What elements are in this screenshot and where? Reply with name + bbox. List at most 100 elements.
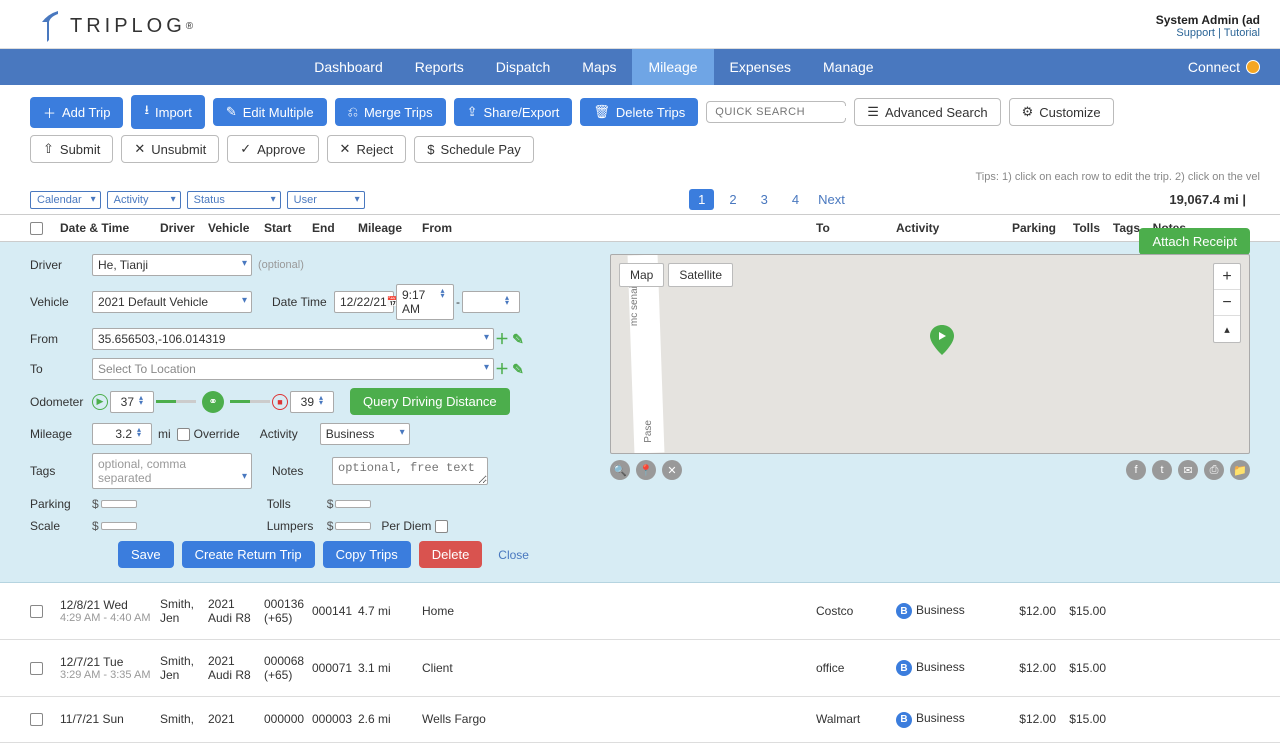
add-from-icon[interactable]: ＋ [494,331,510,347]
map-tab-satellite[interactable]: Satellite [668,263,733,287]
filter-status[interactable]: Status [187,191,281,209]
search-input[interactable] [715,106,857,118]
add-trip-button[interactable]: ＋Add Trip [30,97,123,128]
parking-input[interactable] [101,500,137,508]
merge-trips-button[interactable]: ⎌Merge Trips [335,98,446,126]
copy-trips-button[interactable]: Copy Trips [323,541,411,568]
tags-input[interactable]: optional, comma separated [92,453,252,489]
row-checkbox[interactable] [30,605,43,618]
twitter-icon[interactable]: t [1152,460,1172,480]
nav-maps[interactable]: Maps [566,49,632,85]
activity-select[interactable]: Business [320,423,410,445]
quick-search[interactable]: 🔍 [706,101,846,123]
nav-mileage[interactable]: Mileage [632,49,713,85]
delete-trips-button[interactable]: 🗑Delete Trips [580,98,698,126]
map-pin-tool-icon[interactable]: 📍 [636,460,656,480]
col-mileage[interactable]: Mileage [358,221,416,235]
logo-icon [40,8,62,44]
page-2[interactable]: 2 [720,189,745,210]
row-checkbox[interactable] [30,662,43,675]
time-start-input[interactable]: 9:17 AM [396,284,454,320]
compass-icon[interactable]: ▴ [1214,316,1240,342]
attach-receipt-button[interactable]: Attach Receipt [1139,228,1250,255]
col-to[interactable]: To [816,221,896,235]
odo-start-input[interactable]: 37 [110,391,154,413]
add-to-icon[interactable]: ＋ [494,361,510,377]
filter-calendar[interactable]: Calendar [30,191,101,209]
col-tags[interactable]: Tags [1100,221,1140,235]
col-tolls[interactable]: Tolls [1056,221,1100,235]
nav-manage[interactable]: Manage [807,49,890,85]
perdiem-checkbox[interactable] [435,520,448,533]
lumpers-input[interactable] [335,522,371,530]
map[interactable]: mc senaida Pase Map Satellite + − ▴ [610,254,1250,454]
print-icon[interactable]: ⎙ [1204,460,1224,480]
zoom-in-icon[interactable]: + [1214,264,1240,290]
col-driver[interactable]: Driver [160,221,208,235]
advanced-search-button[interactable]: ☰Advanced Search [854,98,1000,126]
row-checkbox[interactable] [30,713,43,726]
tutorial-link[interactable]: Tutorial [1224,27,1260,39]
trip-row[interactable]: 12/8/21 Wed4:29 AM - 4:40 AMSmith,Jen202… [0,583,1280,640]
nav-reports[interactable]: Reports [399,49,480,85]
override-checkbox[interactable] [177,428,190,441]
col-parking[interactable]: Parking [1002,221,1056,235]
tolls-input[interactable] [335,500,371,508]
filter-activity[interactable]: Activity [107,191,181,209]
query-distance-button[interactable]: Query Driving Distance [350,388,510,415]
driver-select[interactable]: He, Tianji [92,254,252,276]
date-input[interactable]: 12/22/21📅 [334,291,394,313]
delete-button[interactable]: Delete [419,541,483,568]
folder-icon[interactable]: 📁 [1230,460,1250,480]
to-select[interactable]: Select To Location [92,358,494,380]
col-start[interactable]: Start [264,221,312,235]
import-button[interactable]: ⭳Import [131,95,204,129]
odo-link-icon[interactable]: ⚭ [202,391,224,413]
facebook-icon[interactable]: f [1126,460,1146,480]
page-4[interactable]: 4 [783,189,808,210]
select-all-checkbox[interactable] [30,222,43,235]
create-return-button[interactable]: Create Return Trip [182,541,315,568]
trip-row[interactable]: 12/7/21 Tue3:29 AM - 3:35 AMSmith,Jen202… [0,640,1280,697]
page-1[interactable]: 1 [689,189,714,210]
mileage-input[interactable]: 3.2 [92,423,152,445]
zoom-out-icon[interactable]: − [1214,290,1240,316]
edit-from-icon[interactable]: ✎ [510,331,526,347]
col-date[interactable]: Date & Time [60,221,160,235]
edit-to-icon[interactable]: ✎ [510,361,526,377]
schedule-pay-button[interactable]: $Schedule Pay [414,136,533,163]
filter-user[interactable]: User [287,191,365,209]
nav-expenses[interactable]: Expenses [714,49,807,85]
col-from[interactable]: From [416,221,816,235]
reject-button[interactable]: ✕Reject [327,135,407,163]
row-from: Home [416,604,816,618]
time-end-input[interactable] [462,291,520,313]
col-vehicle[interactable]: Vehicle [208,221,264,235]
from-select[interactable]: 35.656503,-106.014319 [92,328,494,350]
customize-button[interactable]: ⚙Customize [1009,98,1114,126]
close-link[interactable]: Close [498,548,529,562]
nav-dashboard[interactable]: Dashboard [298,49,399,85]
edit-multiple-button[interactable]: ✎Edit Multiple [213,98,327,126]
unsubmit-button[interactable]: ✕Unsubmit [121,135,219,163]
odo-end-input[interactable]: 39 [290,391,334,413]
map-tab-map[interactable]: Map [619,263,664,287]
map-search-icon[interactable]: 🔍 [610,460,630,480]
save-button[interactable]: Save [118,541,174,568]
scale-input[interactable] [101,522,137,530]
page-next[interactable]: Next [818,192,845,207]
email-icon[interactable]: ✉ [1178,460,1198,480]
vehicle-select[interactable]: 2021 Default Vehicle [92,291,252,313]
connect-button[interactable]: Connect [1188,59,1260,75]
row-end: 000071 [312,661,358,675]
map-tools-icon[interactable]: ✕ [662,460,682,480]
nav-dispatch[interactable]: Dispatch [480,49,566,85]
support-link[interactable]: Support [1176,27,1215,39]
share-export-button[interactable]: ⇪Share/Export [454,98,573,126]
approve-button[interactable]: ✓Approve [227,135,318,163]
col-activity[interactable]: Activity [896,221,1002,235]
submit-button[interactable]: ⇧Submit [30,135,113,163]
page-3[interactable]: 3 [752,189,777,210]
notes-input[interactable] [332,457,488,485]
col-end[interactable]: End [312,221,358,235]
